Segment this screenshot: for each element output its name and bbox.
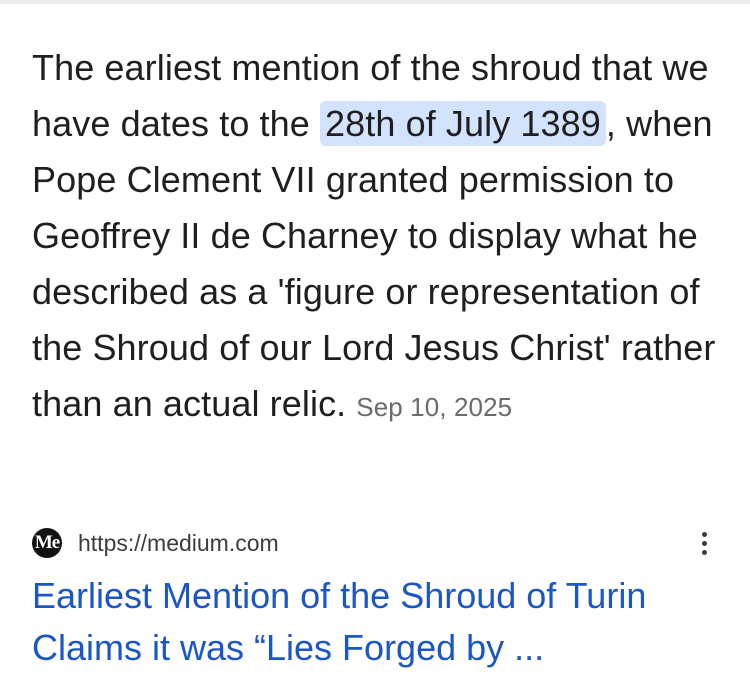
favicon-text: Me [34,532,60,553]
snippet-highlight: 28th of July 1389 [320,101,606,146]
more-vert-icon-dot-3 [701,549,707,555]
result-title-link[interactable]: Earliest Mention of the Shroud of Turin … [32,570,722,674]
source-url[interactable]: https://medium.com [78,530,279,557]
more-vert-icon-dot-1 [701,531,707,537]
top-divider [0,0,750,4]
featured-snippet: The earliest mention of the shroud that … [32,40,732,435]
snippet-date: Sep 10, 2025 [356,392,513,422]
source-row[interactable]: Me https://medium.com [32,527,722,559]
more-vert-icon-dot-2 [701,540,707,546]
snippet-text-end: , when Pope Clement VII granted permissi… [32,103,716,424]
medium-logo-icon: Me [32,528,62,558]
more-options-button[interactable] [692,525,716,561]
